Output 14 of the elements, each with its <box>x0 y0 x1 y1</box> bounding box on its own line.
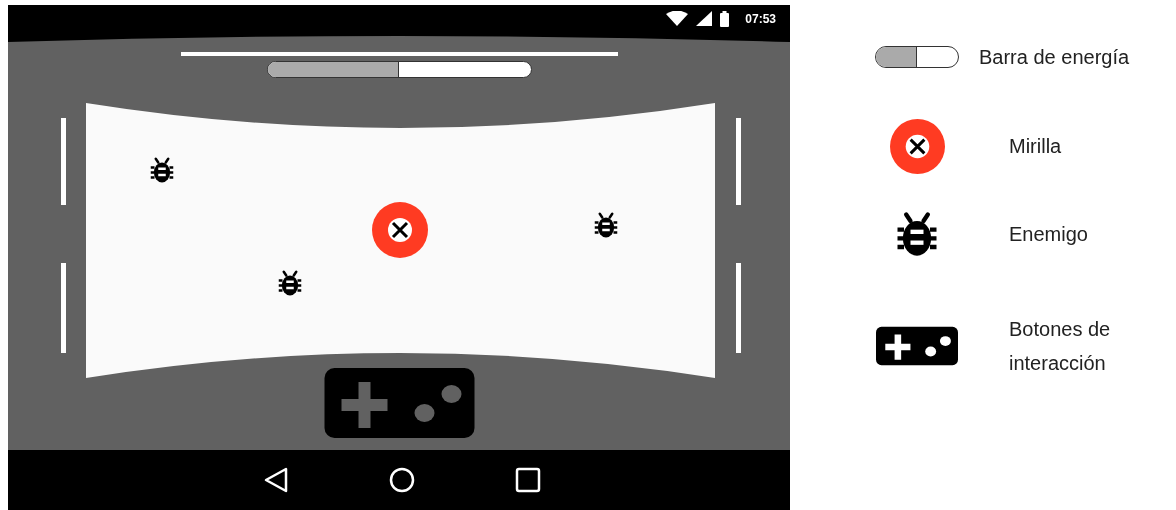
legend-label: Barra de energía <box>979 45 1130 70</box>
home-button[interactable] <box>389 467 415 493</box>
wifi-icon <box>666 11 689 26</box>
legend-label: Botones de interacción <box>1009 317 1112 376</box>
battery-icon <box>720 10 730 27</box>
legend-label: Mirilla <box>1009 134 1062 159</box>
back-button[interactable] <box>263 467 289 493</box>
gamepad-icon <box>876 324 958 368</box>
crosshair-icon <box>372 202 428 258</box>
signal-icon <box>696 11 713 26</box>
legend-label: Enemigo <box>1009 222 1088 247</box>
crosshair-icon <box>889 118 945 174</box>
recents-button[interactable] <box>515 467 541 493</box>
status-time: 07:53 <box>745 10 776 28</box>
